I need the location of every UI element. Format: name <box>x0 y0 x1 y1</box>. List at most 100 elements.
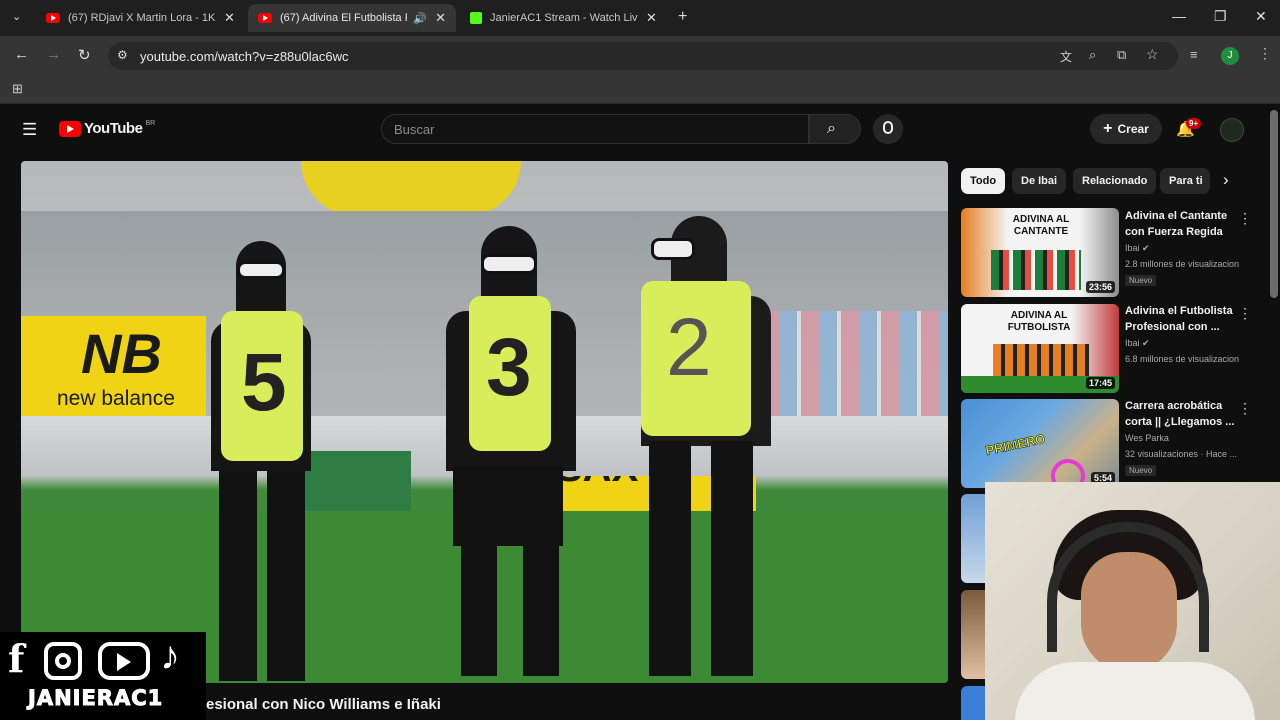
tab-search-icon[interactable]: ⌄ <box>12 10 21 23</box>
rec-title-2[interactable]: Adivina el Futbolista Profesional con ..… <box>1125 303 1235 335</box>
rec-channel-3[interactable]: Wes Parka <box>1125 433 1169 443</box>
rec-thumbnail-2[interactable]: ADIVINA AL FUTBOLISTA 17:45 <box>961 304 1119 393</box>
streamer-face <box>1081 552 1177 672</box>
rec-channel-2[interactable]: Ibai ✔ <box>1125 338 1150 349</box>
more-options-icon[interactable]: ⋮ <box>1238 400 1252 417</box>
rec-thumbnail-5[interactable] <box>961 590 987 679</box>
chevron-right-icon[interactable]: › <box>1223 170 1229 190</box>
search-button[interactable]: ⌕ <box>809 114 861 144</box>
maximize-icon[interactable]: ❐ <box>1214 8 1227 25</box>
thumb-caption-3: PRIMERO <box>984 430 1047 459</box>
streamer-name: JANIERAC1 <box>27 686 164 711</box>
chip-related[interactable]: Relacionado <box>1073 168 1157 194</box>
browser-tab-bar: ⌄ (67) RDjavi X Martin Lora - 1K B ✕ (67… <box>0 0 1280 36</box>
url-text[interactable]: youtube.com/watch?v=z88u0lac6wc <box>140 49 348 64</box>
youtube-play-logo-icon <box>59 120 81 137</box>
rec-thumbnail-1[interactable]: ADIVINA AL CANTANTE 23:56 <box>961 208 1119 297</box>
profile-avatar[interactable]: J <box>1221 47 1239 65</box>
tab-title: (67) Adivina El Futbolista Pr <box>280 12 408 24</box>
bib-number-5: 5 <box>241 337 287 428</box>
close-window-icon[interactable]: ✕ <box>1255 8 1267 25</box>
plus-icon: + <box>1103 120 1113 137</box>
video-title: esional con Nico Williams e Iñaki <box>206 696 441 713</box>
rec-views-3: 32 visualizaciones · Hace ... <box>1125 449 1238 459</box>
rec-thumbnail-4[interactable] <box>961 494 987 583</box>
region-code: BR <box>145 120 156 127</box>
chip-from-ibai[interactable]: De Ibai <box>1012 168 1067 194</box>
search-input[interactable] <box>381 114 809 144</box>
new-badge: Nuevo <box>1125 275 1157 286</box>
verified-icon: ✔ <box>1142 243 1150 253</box>
translate-icon[interactable]: 文 <box>1060 48 1072 65</box>
chip-all[interactable]: Todo <box>961 168 1006 194</box>
speaker-icon[interactable]: 🔊 <box>413 12 427 25</box>
bookmarks-bar: ⊞ <box>0 76 1280 104</box>
facebook-icon: f <box>8 636 25 681</box>
browser-tab-3[interactable]: JanierAC1 Stream - Watch Live ✕ <box>460 4 668 32</box>
back-icon[interactable]: ← <box>14 46 29 63</box>
youtube-icon <box>258 13 272 23</box>
streamer-shirt <box>1015 662 1255 720</box>
close-tab-icon[interactable]: ✕ <box>435 10 446 26</box>
browser-tab-1[interactable]: (67) RDjavi X Martin Lora - 1K B ✕ <box>36 4 246 32</box>
player-3: 3 <box>441 226 581 681</box>
youtube-icon <box>46 13 60 23</box>
video-player[interactable]: NB new balance SAX 5 3 2 <box>21 161 948 683</box>
voice-search-button[interactable] <box>873 114 903 144</box>
close-tab-icon[interactable]: ✕ <box>646 10 657 26</box>
notifications-badge: 9+ <box>1186 118 1202 129</box>
youtube-logo[interactable]: YouTube BR <box>59 120 155 137</box>
bib-number-2: 2 <box>666 302 712 393</box>
bib-number-3: 3 <box>486 322 532 413</box>
menu-dots-icon[interactable]: ⋮ <box>1258 45 1272 62</box>
create-label: Crear <box>1117 122 1149 136</box>
thumb-caption-1: ADIVINA AL CANTANTE <box>1012 214 1070 237</box>
hamburger-menu-icon[interactable]: ☰ <box>22 120 37 140</box>
tab-title: JanierAC1 Stream - Watch Live <box>490 12 638 24</box>
browser-tab-2[interactable]: (67) Adivina El Futbolista Pr 🔊 ✕ <box>248 4 456 32</box>
zoom-icon[interactable]: ⌕ <box>1089 47 1096 63</box>
video-duration: 23:56 <box>1085 281 1115 293</box>
more-options-icon[interactable]: ⋮ <box>1238 305 1252 322</box>
reload-icon[interactable]: ↻ <box>78 46 91 64</box>
new-tab-icon[interactable]: + <box>678 8 687 26</box>
new-badge: Nuevo <box>1125 465 1157 476</box>
verified-icon: ✔ <box>1142 338 1150 348</box>
minimize-icon[interactable]: — <box>1172 8 1186 24</box>
install-app-icon[interactable]: ⧉ <box>1117 47 1126 63</box>
close-tab-icon[interactable]: ✕ <box>224 10 235 26</box>
apps-grid-icon[interactable]: ⊞ <box>12 81 23 97</box>
rec-title-1[interactable]: Adivina el Cantante con Fuerza Regida <box>1125 208 1235 240</box>
bookmark-star-icon[interactable]: ☆ <box>1146 46 1159 63</box>
rec-views-1: 2.8 millones de visualizacion <box>1125 259 1240 269</box>
search-icon: ⌕ <box>827 120 836 137</box>
more-options-icon[interactable]: ⋮ <box>1238 210 1252 227</box>
sponsor-logo-nb: NB <box>81 322 162 385</box>
kick-icon <box>470 12 482 24</box>
rec-thumbnail-3[interactable]: PRIMERO 5:54 <box>961 399 1119 488</box>
stadium-roof-stripe <box>301 161 521 216</box>
player-5: 5 <box>201 241 321 681</box>
sponsor-text: new balance <box>57 387 175 410</box>
microphone-icon <box>883 121 893 134</box>
forward-icon[interactable]: → <box>46 46 61 63</box>
rec-thumbnail-6[interactable] <box>961 686 987 720</box>
media-control-icon[interactable]: ≡ <box>1190 47 1198 62</box>
rec-views-2: 6.8 millones de visualizacion <box>1125 354 1240 364</box>
youtube-social-icon <box>98 642 150 680</box>
youtube-wordmark: YouTube <box>84 120 143 137</box>
player-2: 2 <box>631 216 781 681</box>
create-button[interactable]: + Crear <box>1090 114 1162 144</box>
video-duration: 17:45 <box>1085 377 1115 389</box>
chip-for-you[interactable]: Para ti <box>1160 168 1210 194</box>
account-avatar[interactable] <box>1220 118 1244 142</box>
thumb-caption-2: ADIVINA AL FUTBOLISTA <box>1007 310 1071 333</box>
rec-channel-1[interactable]: Ibai ✔ <box>1125 243 1150 254</box>
page-scrollbar[interactable] <box>1270 110 1278 298</box>
search-placeholder: Buscar <box>394 122 435 137</box>
rec-title-3[interactable]: Carrera acrobática corta || ¿Llegamos ..… <box>1125 398 1235 430</box>
site-settings-icon[interactable]: ⚙ <box>117 48 128 62</box>
instagram-icon <box>44 642 82 680</box>
tiktok-icon: ♪ <box>160 634 180 678</box>
streamer-webcam <box>985 482 1280 720</box>
